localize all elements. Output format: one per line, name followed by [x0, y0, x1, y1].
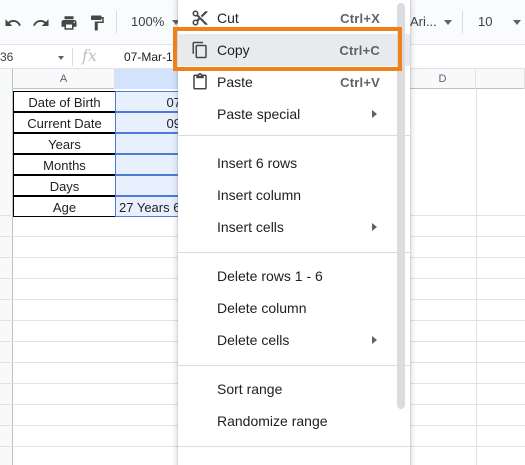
menu-item-randomize-range[interactable]: Randomize range	[178, 405, 410, 437]
menu-divider	[178, 252, 410, 253]
menu-item-shortcut: Ctrl+C	[339, 43, 380, 58]
print-icon[interactable]	[58, 12, 80, 34]
formula-input[interactable]: 07-Mar-1	[124, 50, 173, 64]
cell-label[interactable]: Date of Birth	[13, 91, 116, 112]
column-header-a[interactable]: A	[13, 69, 115, 89]
cell-value[interactable]: 09	[115, 112, 185, 133]
menu-item-delete-rows[interactable]: Delete rows 1 - 6	[178, 260, 410, 292]
menu-item-delete-cells[interactable]: Delete cells	[178, 324, 410, 356]
cell-value[interactable]	[115, 175, 185, 196]
menu-item-delete-column[interactable]: Delete column	[178, 292, 410, 324]
cell-label[interactable]: Years	[13, 133, 116, 154]
scissors-icon	[192, 10, 208, 26]
spreadsheet-window: 100% Ari... 10 36 fx 07-Mar-1 A D Date o…	[0, 0, 525, 465]
menu-item-insert-cells[interactable]: Insert cells	[178, 211, 410, 243]
cell-label[interactable]: Current Date	[13, 112, 116, 133]
clipboard-icon	[193, 73, 207, 90]
menu-scrollbar[interactable]	[397, 3, 405, 409]
chevron-right-icon	[372, 223, 377, 231]
menu-item-label: Randomize range	[217, 413, 328, 429]
cell-value[interactable]: 07	[115, 91, 185, 112]
toolbar-divider	[462, 11, 463, 33]
paint-format-icon[interactable]	[86, 12, 108, 34]
column-header-d[interactable]: D	[410, 69, 476, 89]
chevron-right-icon	[372, 110, 377, 118]
menu-item-paste-special[interactable]: Paste special	[178, 98, 410, 130]
menu-item-label: Delete column	[217, 300, 307, 316]
menu-item-insert-rows[interactable]: Insert 6 rows	[178, 147, 410, 179]
menu-item-label: Insert 6 rows	[217, 155, 298, 171]
chevron-down-icon[interactable]	[444, 20, 452, 25]
toolbar-divider	[116, 11, 117, 33]
menu-item-label: Cut	[217, 10, 239, 26]
cell-value[interactable]: 27 Years 6	[115, 196, 185, 217]
menu-item-shortcut: Ctrl+X	[340, 11, 380, 26]
menu-item-label: Paste	[217, 74, 253, 90]
font-size-select[interactable]: 10	[478, 14, 492, 29]
menu-item-label: Paste special	[217, 106, 301, 122]
menu-item-label: Insert column	[217, 187, 302, 203]
row-headers	[0, 89, 13, 465]
menu-divider	[178, 135, 410, 136]
menu-item-cut[interactable]: Cut Ctrl+X	[178, 2, 410, 34]
menu-item-copy[interactable]: Copy Ctrl+C	[178, 34, 410, 66]
menu-divider	[178, 446, 410, 447]
menu-item-insert-column[interactable]: Insert column	[178, 179, 410, 211]
menu-item-sort-range[interactable]: Sort range	[178, 373, 410, 405]
name-box[interactable]: 36	[0, 50, 13, 64]
menu-item-label: Delete rows 1 - 6	[217, 268, 323, 284]
redo-icon[interactable]	[30, 12, 52, 34]
menu-item-shortcut: Ctrl+V	[340, 75, 380, 90]
copy-icon	[192, 41, 207, 59]
font-select[interactable]: Ari...	[410, 14, 437, 29]
chevron-down-icon[interactable]	[513, 20, 521, 25]
menu-item-label: Delete cells	[217, 332, 290, 348]
menu-item-label: Insert cells	[217, 219, 284, 235]
column-header-b[interactable]	[115, 69, 185, 89]
cell-label[interactable]: Months	[13, 154, 116, 175]
context-menu: Cut Ctrl+X Copy Ctrl+C Paste Ctrl+V Past…	[178, 0, 410, 465]
gridline	[476, 89, 477, 465]
column-header-e[interactable]	[476, 69, 525, 89]
menu-item-label: Copy	[217, 42, 250, 58]
cell-value[interactable]	[115, 154, 185, 175]
cell-label[interactable]: Days	[13, 175, 116, 196]
select-all-corner[interactable]	[0, 69, 13, 89]
cell-label[interactable]: Age	[13, 196, 116, 217]
chevron-right-icon	[372, 336, 377, 344]
chevron-down-icon[interactable]	[58, 56, 64, 60]
formula-divider	[72, 48, 73, 66]
zoom-select[interactable]: 100%	[131, 14, 164, 29]
menu-item-label: Sort range	[217, 381, 283, 397]
cell-value[interactable]	[115, 133, 185, 154]
menu-item-paste[interactable]: Paste Ctrl+V	[178, 66, 410, 98]
function-icon: fx	[82, 46, 97, 65]
undo-icon[interactable]	[2, 12, 24, 34]
menu-divider	[178, 365, 410, 366]
